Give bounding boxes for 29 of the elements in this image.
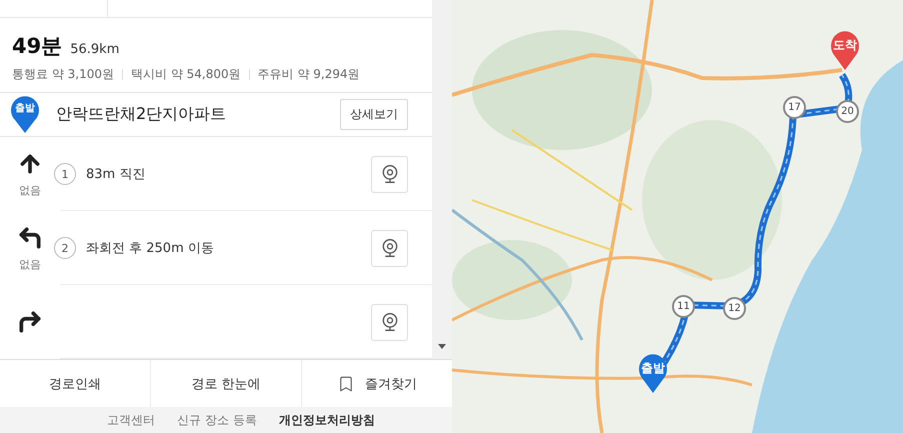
camera-button[interactable] xyxy=(371,230,408,266)
cost-text: 택시비 약 54,800원 xyxy=(130,66,241,82)
camera-icon xyxy=(380,238,400,258)
destination-pin: 도착 xyxy=(830,30,860,70)
turn-note: 없음 xyxy=(19,256,41,272)
cost-text: 통행료 약 3,100원 xyxy=(12,66,114,82)
caret-icon[interactable] xyxy=(438,344,446,349)
duration: 49분 xyxy=(12,32,62,60)
step-number: 2 xyxy=(54,237,76,259)
scrollbar[interactable] xyxy=(432,0,452,359)
right-turn-icon xyxy=(17,309,43,335)
start-place-name: 안락뜨란채2단지아파트 xyxy=(56,104,228,125)
turn-note: 없음 xyxy=(19,182,41,198)
start-pin: 출발 xyxy=(638,353,668,393)
footer-link[interactable]: 고객센터 xyxy=(107,412,156,428)
footer-link[interactable]: 개인정보처리방침 xyxy=(278,412,375,428)
cost-text: 주유비 약 9,294원 xyxy=(258,66,360,82)
detail-button[interactable]: 상세보기 xyxy=(340,98,408,130)
camera-button[interactable] xyxy=(371,304,408,340)
step-text: 83m 직진 xyxy=(86,166,146,183)
footer-link[interactable]: 신규 장소 등록 xyxy=(177,412,257,428)
step-text: 좌회전 후 250m 이동 xyxy=(86,240,215,257)
left-turn-icon xyxy=(17,224,43,250)
camera-button[interactable] xyxy=(371,156,408,192)
step-number: 1 xyxy=(54,163,76,185)
distance: 56.9km xyxy=(70,42,120,56)
camera-icon xyxy=(380,312,400,332)
camera-icon xyxy=(380,164,400,184)
start-pin: 출발 xyxy=(10,95,40,134)
